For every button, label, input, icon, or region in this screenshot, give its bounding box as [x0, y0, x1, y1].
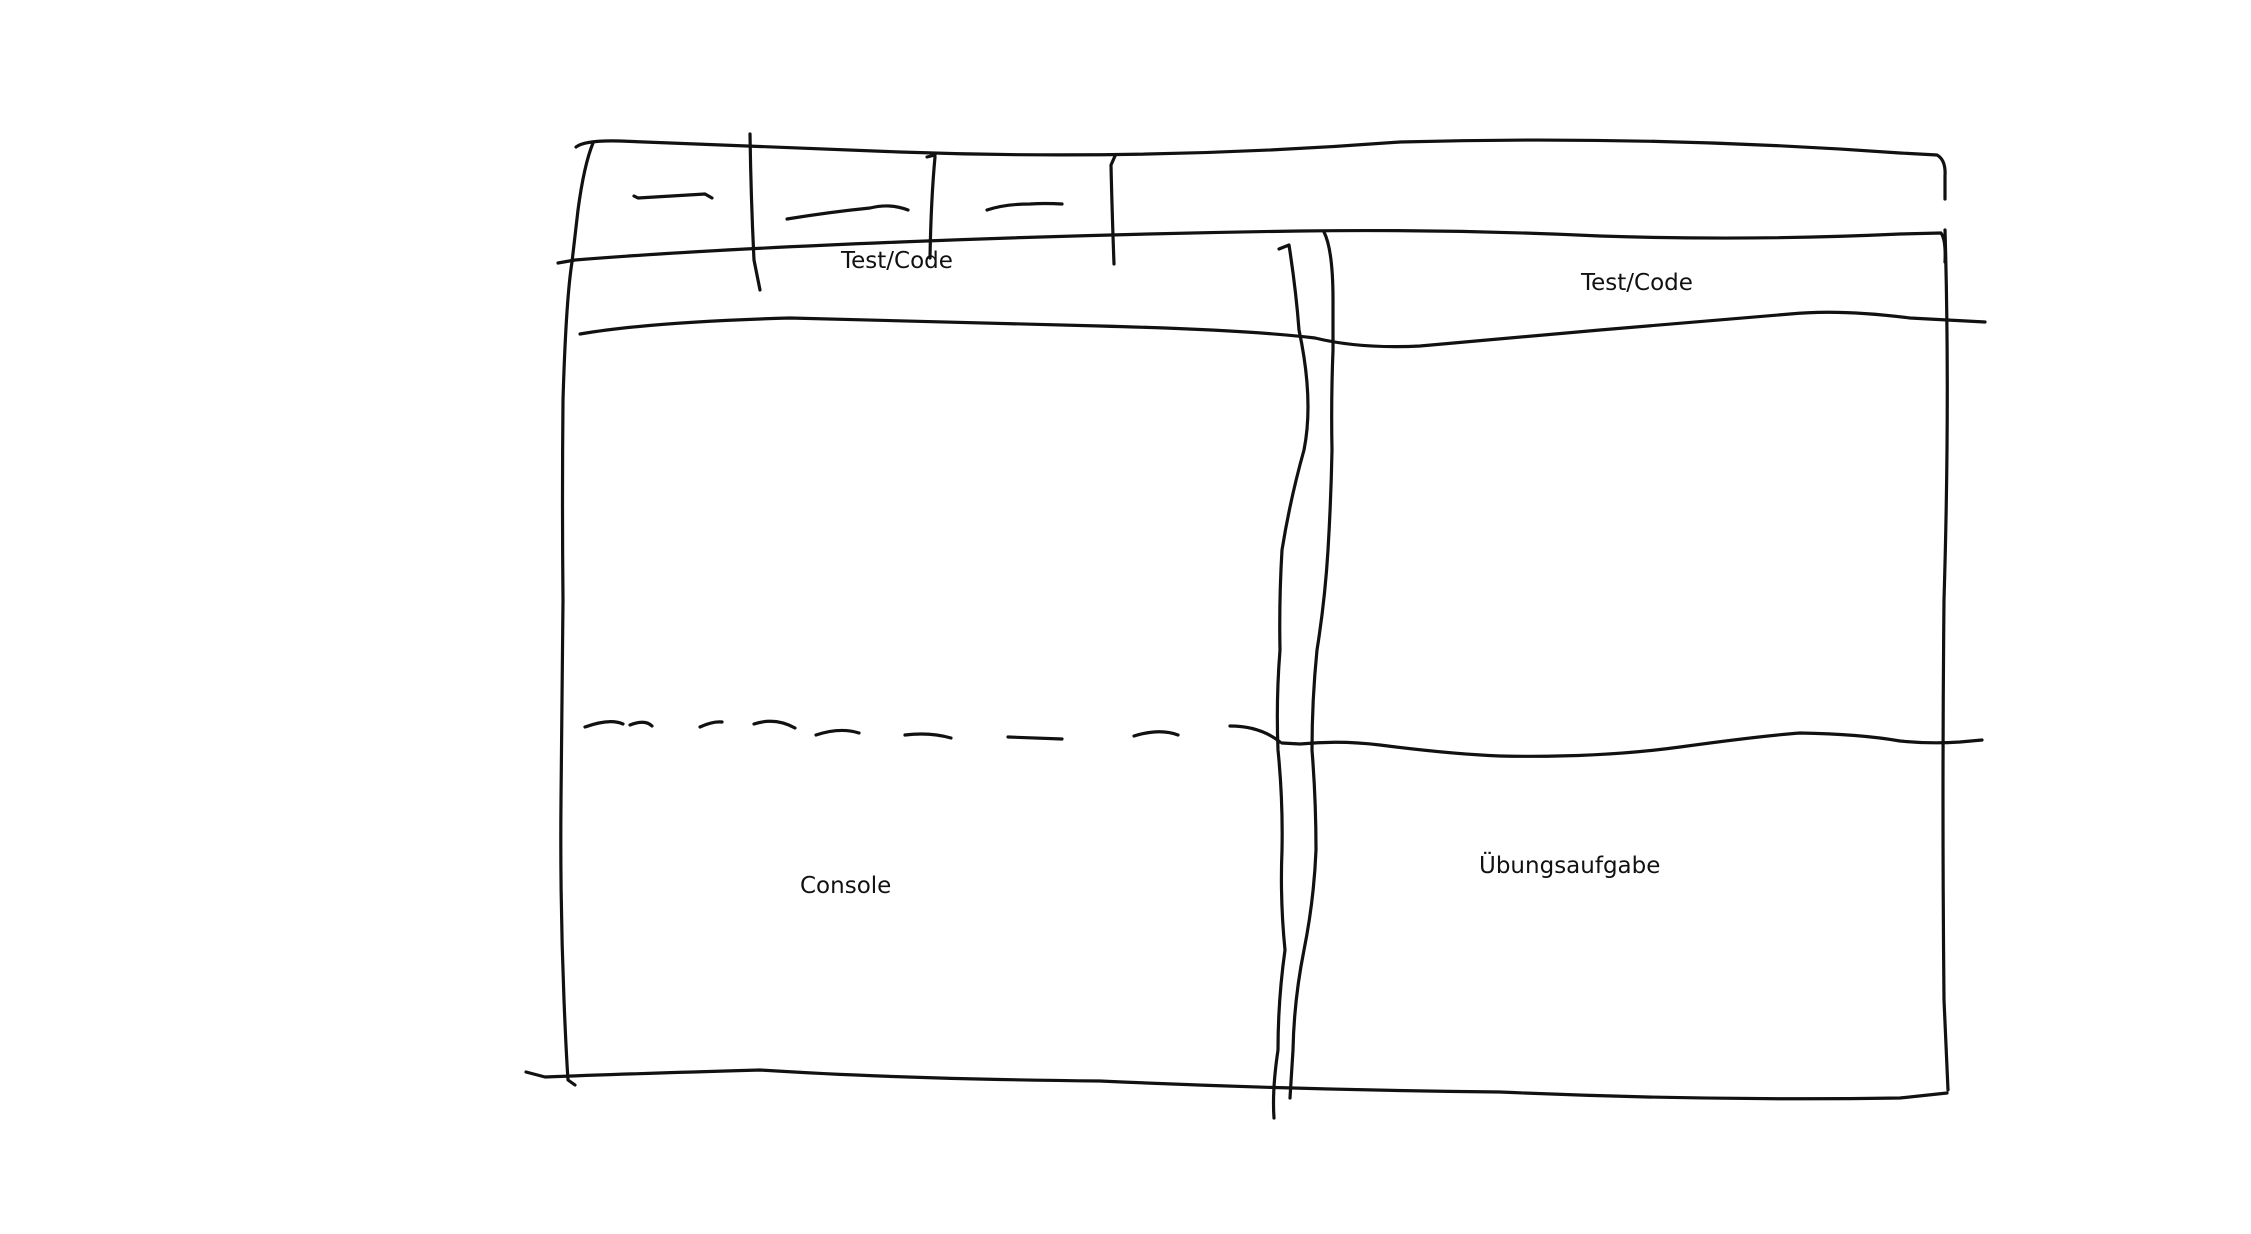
window-frame-right-edge: [1941, 228, 1950, 1092]
exercise-separator-line: [1280, 731, 1984, 758]
tab-label-stroke-2: [785, 204, 910, 221]
wireframe-sketch: [524, 132, 1987, 1120]
console-separator-dashed: [583, 719, 1282, 744]
tab-divider-2: [925, 153, 937, 260]
window-frame-top-edge: [574, 138, 1947, 201]
tab-label-stroke-3: [985, 201, 1064, 212]
tab-divider-3: [1109, 154, 1117, 266]
tab-bar-bottom-line: [556, 228, 1947, 265]
left-pane-title: Test/Code: [841, 248, 953, 274]
console-label: Console: [800, 873, 892, 899]
right-pane-title: Test/Code: [1581, 270, 1693, 296]
tab-divider-1: [748, 132, 762, 292]
splitter-left-line: [1271, 243, 1310, 1120]
window-frame-left-edge: [559, 141, 595, 1087]
editor-header-line: [578, 310, 1987, 349]
splitter-right-line: [1288, 230, 1335, 1100]
tab-label-stroke-1: [632, 192, 714, 200]
window-frame-bottom-edge: [524, 1068, 1949, 1101]
exercise-label: Übungsaufgabe: [1479, 853, 1661, 879]
